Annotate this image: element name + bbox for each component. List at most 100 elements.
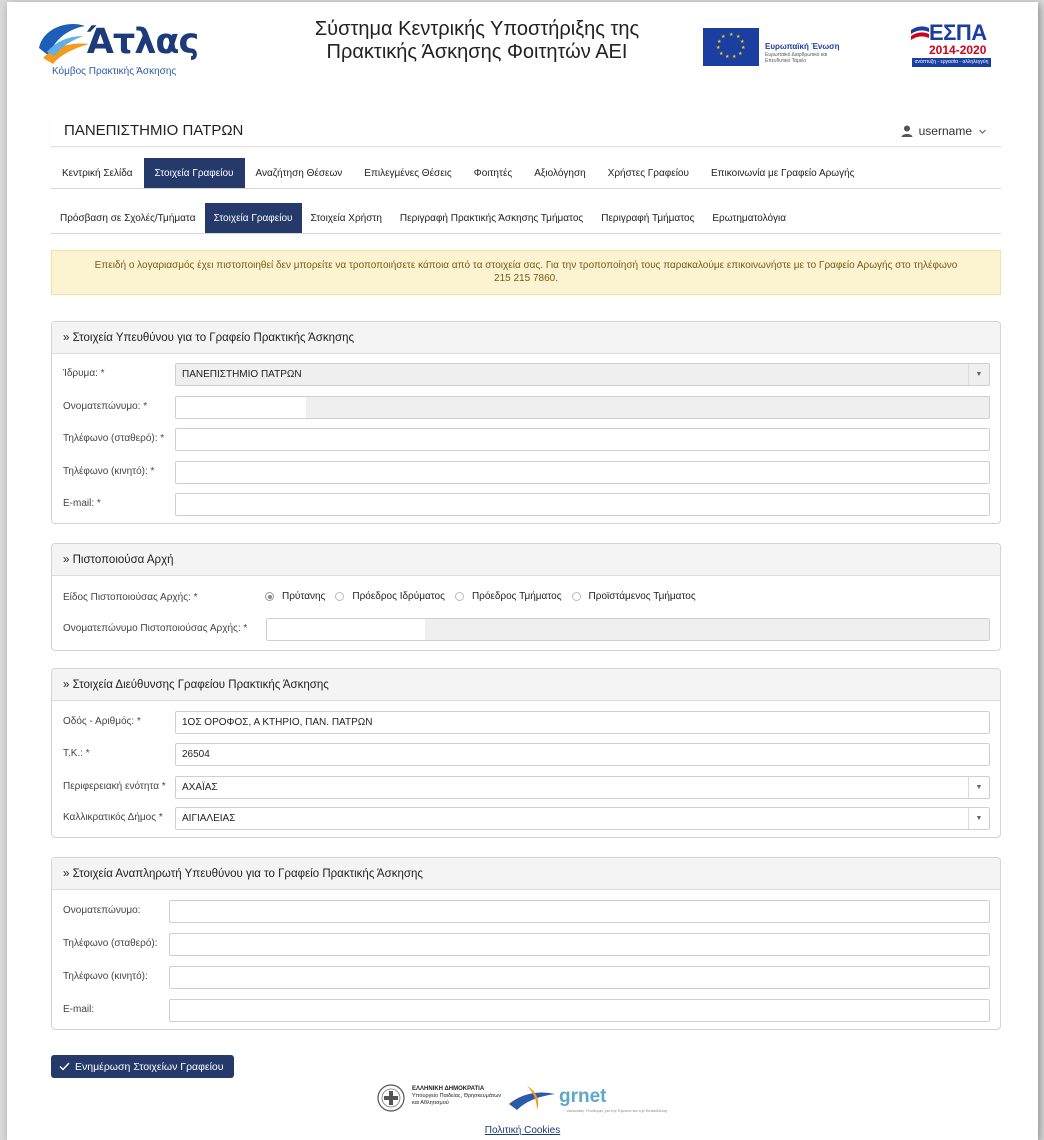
radio-department-head[interactable]: Προϊστάμενος Τμήματος xyxy=(571,591,696,602)
footer-logos: ΕΛΛΗΝΙΚΗ ΔΗΜΟΚΡΑΤΙΑ Υπουργείο Παιδείας, … xyxy=(377,1080,677,1120)
region-select[interactable]: ΑΧΑΪΑΣ ▼ xyxy=(175,776,990,799)
address-panel: » Στοιχεία Διεύθυνσης Γραφείου Πρακτικής… xyxy=(51,668,1001,838)
update-office-details-label: Ενημέρωση Στοιχείων Γραφείου xyxy=(75,1060,224,1073)
system-title-line2: Πρακτικής Άσκησης Φοιτητών ΑΕΙ xyxy=(326,41,628,63)
grnet-logo-text: grnet xyxy=(559,1086,607,1107)
authority-name-row: Ονοματεπώνυμο Πιστοποιούσας Αρχής: * xyxy=(52,618,1000,642)
nav-office-users[interactable]: Χρήστες Γραφείου xyxy=(597,158,700,188)
phone-mobile-label: Τηλέφωνο (κινητό): * xyxy=(63,466,155,477)
responsible-panel-title: » Στοιχεία Υπευθύνου για το Γραφείο Πρακ… xyxy=(52,322,1000,354)
certified-account-alert: Επειδή ο λογαριασμός έχει πιστοποιηθεί δ… xyxy=(51,250,1001,295)
espa-strip: ανάπτυξη - εργασία - αλληλεγγύη xyxy=(912,58,991,67)
region-row: Περιφερειακή ενότητα * ΑΧΑΪΑΣ ▼ xyxy=(52,776,1000,800)
authority-type-radio-group: Πρύτανης Πρόεδρος Ιδρύματος Πρόεδρος Τμή… xyxy=(265,591,706,602)
atlas-swoosh-icon xyxy=(39,24,89,64)
deputy-phone-fixed-label: Τηλέφωνο (σταθερό): xyxy=(63,938,158,949)
municipality-value: ΑΙΓΙΑΛΕΙΑΣ xyxy=(182,813,236,824)
phone-mobile-field[interactable] xyxy=(175,461,990,484)
tab-department-access[interactable]: Πρόσβαση σε Σχολές/Τμήματα xyxy=(51,203,205,233)
deputy-fullname-field[interactable] xyxy=(169,900,990,923)
nav-selected-positions[interactable]: Επιλεγμένες Θέσεις xyxy=(353,158,462,188)
tab-questionnaires[interactable]: Ερωτηματολόγια xyxy=(703,203,795,233)
phone-fixed-field[interactable] xyxy=(175,428,990,451)
zip-value: 26504 xyxy=(182,749,210,760)
eu-subtitle: Ευρωπαϊκό Διαρθρωτικό και Επενδυτικό Ταμ… xyxy=(765,52,828,64)
caret-down-icon: ▼ xyxy=(968,364,989,385)
authority-panel-title: » Πιστοποιούσα Αρχή xyxy=(52,544,1000,576)
chevron-down-icon xyxy=(979,129,986,134)
street-field[interactable]: 1ΟΣ ΟΡΟΦΟΣ, Α ΚΤΗΡΙΟ, ΠΑΝ. ΠΑΤΡΩΝ xyxy=(175,711,990,734)
nav-home[interactable]: Κεντρική Σελίδα xyxy=(51,158,144,188)
nav-students[interactable]: Φοιτητές xyxy=(463,158,524,188)
institution-label: Ίδρυμα: * xyxy=(63,368,105,379)
deputy-phone-mobile-field[interactable] xyxy=(169,966,990,989)
deputy-panel-title: » Στοιχεία Αναπληρωτή Υπευθύνου για το Γ… xyxy=(52,858,1000,890)
radio-institution-president[interactable]: Πρόεδρος Ιδρύματος xyxy=(335,591,445,602)
email-field[interactable] xyxy=(175,493,990,516)
deputy-fullname-row: Ονοματεπώνυμο: xyxy=(52,900,1000,924)
check-icon xyxy=(59,1062,70,1071)
deputy-phone-fixed-field[interactable] xyxy=(169,933,990,956)
caret-down-icon: ▼ xyxy=(968,777,989,798)
tab-internship-description[interactable]: Περιγραφή Πρακτικής Άσκησης Τμήματος xyxy=(391,203,592,233)
page: Άτλας Κόμβος Πρακτικής Άσκησης Σύστημα Κ… xyxy=(7,2,1038,1140)
deputy-phone-fixed-row: Τηλέφωνο (σταθερό): xyxy=(52,933,1000,957)
greek-republic-emblem-icon xyxy=(377,1084,405,1112)
nav-office-details[interactable]: Στοιχεία Γραφείου xyxy=(143,158,245,188)
deputy-fullname-label: Ονοματεπώνυμο: xyxy=(63,905,141,916)
email-label: E-mail: * xyxy=(63,498,101,509)
deputy-email-row: E-mail: xyxy=(52,999,1000,1023)
radio-dot xyxy=(335,592,345,601)
gov-line2: Υπουργείο Παιδείας, Θρησκευμάτων και Αθλ… xyxy=(412,1093,502,1106)
radio-rector[interactable]: Πρύτανης xyxy=(265,591,325,602)
nav-contact-helpdesk[interactable]: Επικοινωνία με Γραφείο Αρωγής xyxy=(700,158,866,188)
tab-office-details[interactable]: Στοιχεία Γραφείου xyxy=(204,203,302,233)
authority-name-redacted xyxy=(267,619,425,640)
eu-name: Ευρωπαϊκή Ένωση xyxy=(765,42,840,51)
svg-text:★: ★ xyxy=(716,45,721,51)
cookies-policy-link[interactable]: Πολιτική Cookies xyxy=(7,1125,1038,1136)
user-icon xyxy=(901,125,913,137)
tab-department-description[interactable]: Περιγραφή Τμήματος xyxy=(592,203,703,233)
radio-dot xyxy=(571,592,581,601)
phone-mobile-row: Τηλέφωνο (κινητό): * xyxy=(52,461,1000,485)
update-office-details-button[interactable]: Ενημέρωση Στοιχείων Γραφείου xyxy=(51,1055,234,1078)
deputy-phone-mobile-label: Τηλέφωνο (κινητό): xyxy=(63,971,148,982)
user-menu[interactable]: username xyxy=(901,124,987,138)
street-row: Οδός - Αριθμός: * 1ΟΣ ΟΡΟΦΟΣ, Α ΚΤΗΡΙΟ, … xyxy=(52,711,1000,735)
fullname-row: Ονοματεπώνυμο: * xyxy=(52,396,1000,420)
authority-name-field[interactable] xyxy=(266,618,990,641)
zip-field[interactable]: 26504 xyxy=(175,743,990,766)
espa-flag-icon xyxy=(911,26,929,40)
institution-name: ΠΑΝΕΠΙΣΤΗΜΙΟ ΠΑΤΡΩΝ xyxy=(64,122,244,139)
fullname-redacted xyxy=(176,397,306,418)
logo-title: Άτλας xyxy=(86,22,199,62)
municipality-select[interactable]: ΑΙΓΙΑΛΕΙΑΣ ▼ xyxy=(175,807,990,830)
svg-text:★: ★ xyxy=(721,34,726,40)
deputy-phone-mobile-row: Τηλέφωνο (κινητό): xyxy=(52,966,1000,990)
svg-text:★: ★ xyxy=(738,51,743,57)
username: username xyxy=(918,124,972,138)
fullname-field[interactable] xyxy=(175,396,990,419)
authority-type-row: Είδος Πιστοποιούσας Αρχής: * Πρύτανης Πρ… xyxy=(52,587,1000,611)
radio-department-head-label: Προϊστάμενος Τμήματος xyxy=(588,591,696,602)
system-title: Σύστημα Κεντρικής Υποστήριξης της Πρακτι… xyxy=(277,18,677,64)
grnet-swoosh-icon xyxy=(509,1086,555,1110)
zip-label: Τ.Κ.: * xyxy=(63,748,90,759)
atlas-logo[interactable]: Άτλας Κόμβος Πρακτικής Άσκησης xyxy=(33,16,203,78)
tab-user-details[interactable]: Στοιχεία Χρήστη xyxy=(302,203,391,233)
radio-dot xyxy=(265,592,274,601)
eu-flag-icon: ★★★ ★★★ ★★★ ★★★ xyxy=(703,28,759,66)
sub-nav: Πρόσβαση σε Σχολές/Τμήματα Στοιχεία Γραφ… xyxy=(51,203,1001,234)
fullname-label: Ονοματεπώνυμο: * xyxy=(63,401,148,412)
deputy-email-field[interactable] xyxy=(169,999,990,1022)
radio-department-president[interactable]: Πρόεδρος Τμήματος xyxy=(454,591,562,602)
caret-down-icon: ▼ xyxy=(968,808,989,829)
grnet-subtitle: Δικτυακές Υποδομές για την Έρευνα και τη… xyxy=(567,1108,668,1113)
radio-rector-label: Πρύτανης xyxy=(282,591,326,602)
deputy-email-label: E-mail: xyxy=(63,1004,95,1015)
nav-evaluation[interactable]: Αξιολόγηση xyxy=(523,158,596,188)
ministry-text: ΕΛΛΗΝΙΚΗ ΔΗΜΟΚΡΑΤΙΑ Υπουργείο Παιδείας, … xyxy=(412,1086,507,1107)
institution-select[interactable]: ΠΑΝΕΠΙΣΤΗΜΙΟ ΠΑΤΡΩΝ ▼ xyxy=(175,363,990,386)
nav-search-positions[interactable]: Αναζήτηση Θέσεων xyxy=(245,158,354,188)
